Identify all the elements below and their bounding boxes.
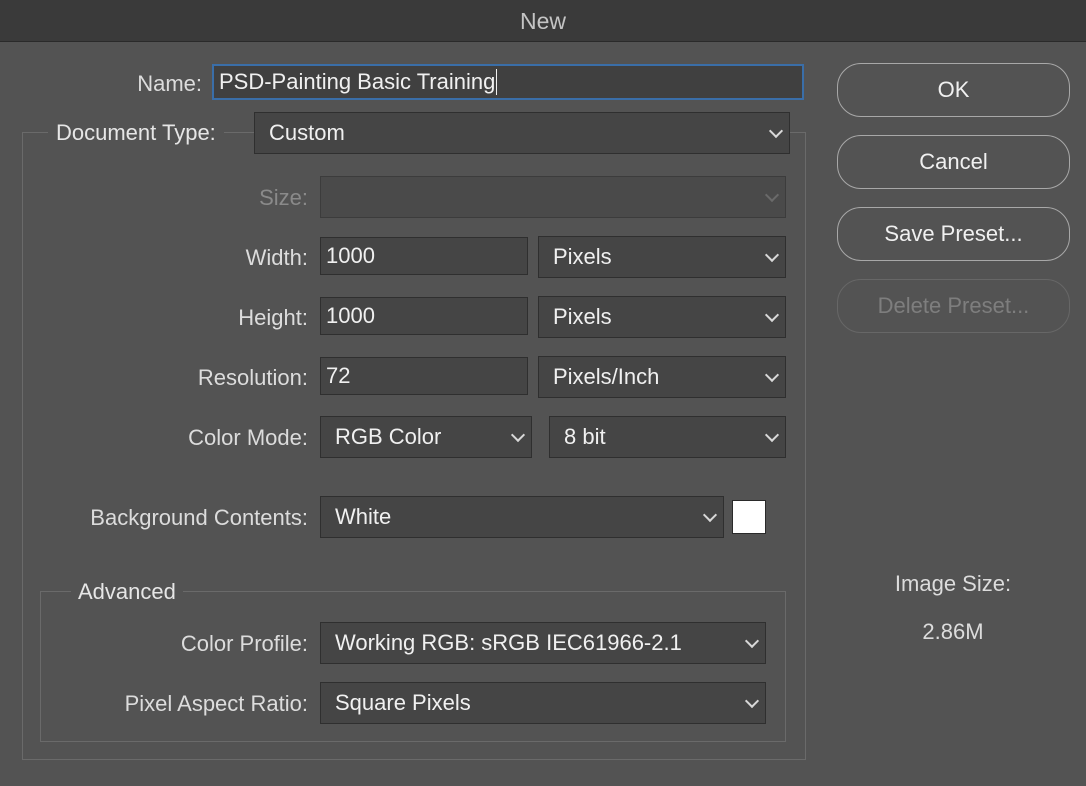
background-contents-label: Background Contents: bbox=[90, 505, 308, 530]
name-input[interactable]: PSD-Painting Basic Training bbox=[212, 64, 804, 100]
size-select bbox=[320, 176, 786, 218]
resolution-value: 72 bbox=[326, 363, 351, 388]
save-preset-button[interactable]: Save Preset... bbox=[837, 207, 1070, 261]
background-color-swatch[interactable] bbox=[732, 500, 766, 534]
chevron-down-icon bbox=[764, 187, 780, 203]
color-profile-value: Working RGB: sRGB IEC61966-2.1 bbox=[335, 630, 682, 655]
width-label: Width: bbox=[245, 245, 308, 270]
pixel-aspect-value: Square Pixels bbox=[335, 690, 471, 715]
ok-button[interactable]: OK bbox=[837, 63, 1070, 117]
bit-depth-select[interactable]: 8 bit bbox=[549, 416, 786, 458]
chevron-down-icon bbox=[702, 507, 718, 523]
width-value: 1000 bbox=[326, 243, 375, 268]
window-title: New bbox=[0, 0, 1086, 42]
color-profile-select[interactable]: Working RGB: sRGB IEC61966-2.1 bbox=[320, 622, 766, 664]
image-size-label: Image Size: bbox=[894, 571, 1012, 596]
pixel-aspect-select[interactable]: Square Pixels bbox=[320, 682, 766, 724]
color-mode-label: Color Mode: bbox=[188, 425, 308, 450]
document-type-value: Custom bbox=[269, 120, 345, 145]
name-label: Name: bbox=[137, 71, 202, 96]
text-caret bbox=[496, 69, 498, 95]
chevron-down-icon bbox=[764, 307, 780, 323]
color-profile-label: Color Profile: bbox=[180, 631, 308, 656]
height-input[interactable]: 1000 bbox=[320, 297, 528, 335]
height-value: 1000 bbox=[326, 303, 375, 328]
resolution-label: Resolution: bbox=[197, 365, 308, 390]
background-contents-value: White bbox=[335, 504, 392, 529]
height-label: Height: bbox=[238, 305, 308, 330]
height-unit-select[interactable]: Pixels bbox=[538, 296, 786, 338]
advanced-legend: Advanced bbox=[71, 578, 183, 606]
background-contents-select[interactable]: White bbox=[320, 496, 724, 538]
resolution-unit-value: Pixels/Inch bbox=[553, 364, 660, 389]
image-size-value: 2.86M bbox=[922, 619, 984, 644]
resolution-unit-select[interactable]: Pixels/Inch bbox=[538, 356, 786, 398]
chevron-down-icon bbox=[744, 693, 760, 709]
name-input-value: PSD-Painting Basic Training bbox=[219, 69, 496, 94]
color-mode-value: RGB Color bbox=[335, 424, 442, 449]
height-unit-value: Pixels bbox=[553, 304, 612, 329]
chevron-down-icon bbox=[764, 367, 780, 383]
width-input[interactable]: 1000 bbox=[320, 237, 528, 275]
color-mode-select[interactable]: RGB Color bbox=[320, 416, 532, 458]
chevron-down-icon bbox=[764, 427, 780, 443]
document-type-select[interactable]: Custom bbox=[254, 112, 790, 154]
chevron-down-icon bbox=[768, 123, 784, 139]
delete-preset-button: Delete Preset... bbox=[837, 279, 1070, 333]
chevron-down-icon bbox=[510, 427, 526, 443]
pixel-aspect-label: Pixel Aspect Ratio: bbox=[124, 691, 308, 716]
document-type-label: Document Type: bbox=[48, 119, 224, 147]
chevron-down-icon bbox=[764, 247, 780, 263]
width-unit-value: Pixels bbox=[553, 244, 612, 269]
width-unit-select[interactable]: Pixels bbox=[538, 236, 786, 278]
bit-depth-value: 8 bit bbox=[564, 424, 606, 449]
size-label: Size: bbox=[259, 185, 308, 210]
chevron-down-icon bbox=[744, 633, 760, 649]
cancel-button[interactable]: Cancel bbox=[837, 135, 1070, 189]
resolution-input[interactable]: 72 bbox=[320, 357, 528, 395]
